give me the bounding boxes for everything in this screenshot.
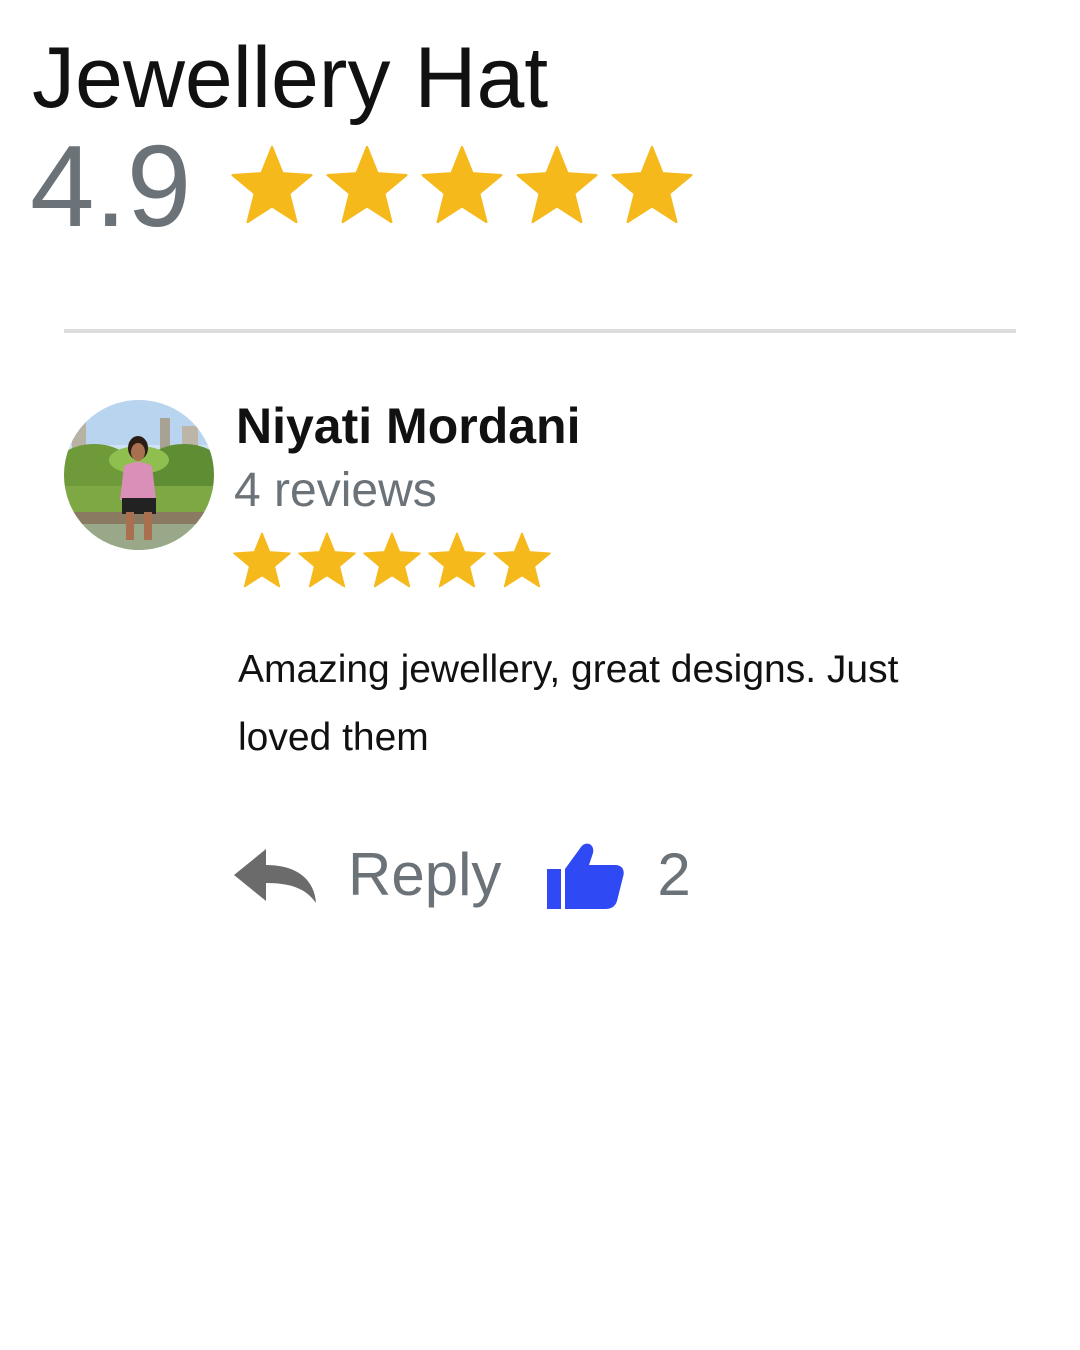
star-icon (512, 141, 602, 231)
thumbs-up-icon (545, 839, 625, 911)
star-icon (490, 529, 554, 593)
overall-stars (227, 141, 702, 231)
star-icon (322, 141, 412, 231)
star-icon (417, 141, 507, 231)
review-text: Amazing jewellery, great designs. Just l… (238, 648, 899, 759)
overall-rating: 4.9 (30, 128, 702, 244)
avatar[interactable] (64, 400, 214, 550)
overall-score: 4.9 (30, 121, 192, 251)
reply-button[interactable]: Reply (232, 840, 501, 910)
star-icon (230, 529, 294, 593)
review-stars (230, 529, 555, 593)
avatar-photo (64, 400, 214, 550)
reviewer-name[interactable]: Niyati Mordani (236, 396, 580, 456)
reviewer-review-count: 4 reviews (234, 464, 437, 517)
reply-label: Reply (348, 841, 502, 908)
business-name: Jewellery Hat (32, 30, 549, 126)
like-count: 2 (657, 841, 691, 908)
like-button[interactable]: 2 (545, 839, 691, 911)
reply-arrow-icon (232, 845, 318, 905)
star-icon (360, 529, 424, 593)
star-icon (607, 141, 697, 231)
star-icon (295, 529, 359, 593)
star-icon (227, 141, 317, 231)
star-icon (425, 529, 489, 593)
divider (64, 329, 1016, 333)
review-actions: Reply 2 (232, 830, 691, 920)
